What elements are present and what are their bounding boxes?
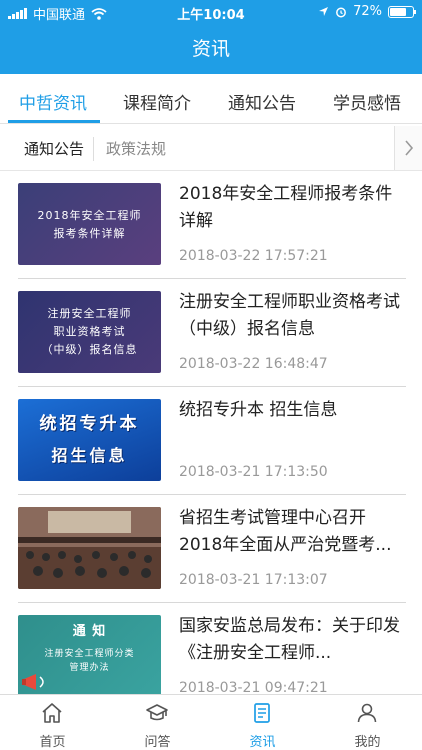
tab-zhongzhe-news[interactable]: 中哲资讯	[19, 89, 87, 114]
thumb-line: 通 知	[72, 624, 107, 639]
meeting-photo	[18, 507, 161, 589]
news-thumbnail	[18, 507, 161, 589]
thumb-line: 2018年安全工程师	[37, 209, 142, 222]
user-icon	[357, 703, 377, 723]
battery-icon	[388, 5, 416, 18]
chevron-right-icon	[404, 140, 413, 156]
bottom-tab-qa[interactable]: 问答	[105, 695, 210, 750]
thumb-line: 招生信息	[51, 446, 128, 465]
news-item[interactable]: 注册安全工程师 职业资格考试 （中级）报名信息 注册安全工程师职业资格考试（中级…	[0, 279, 422, 387]
news-date: 2018-03-21 17:13:50	[179, 464, 328, 480]
thumb-line: （中级）报名信息	[41, 343, 138, 356]
active-tab-indicator	[8, 120, 100, 123]
news-title: 2018年安全工程师报考条件详解	[179, 184, 393, 231]
location-icon	[319, 7, 329, 16]
news-date: 2018-03-22 16:48:47	[179, 356, 328, 372]
tab-course-intro[interactable]: 课程简介	[123, 89, 191, 114]
news-thumbnail: 统招专升本 招生信息	[18, 399, 161, 481]
subtab-policies[interactable]: 政策法规	[106, 138, 166, 159]
category-tabs: 中哲资讯 课程简介 通知公告 学员感悟	[0, 74, 422, 124]
sub-tabs: 通知公告 政策法规	[0, 125, 422, 171]
subtab-notices[interactable]: 通知公告	[24, 138, 84, 159]
alarm-icon	[336, 7, 347, 17]
news-icon	[254, 703, 270, 723]
bottom-tab-label: 资讯	[249, 735, 276, 750]
news-date: 2018-03-22 17:57:21	[179, 248, 328, 264]
news-title: 国家安监总局发布：关于印发《注册安全工程师...	[179, 616, 400, 663]
bottom-tab-news[interactable]: 资讯	[210, 695, 315, 750]
battery-percent: 72%	[353, 4, 382, 19]
thumb-line: 统招专升本	[39, 414, 140, 434]
home-icon	[42, 703, 62, 723]
bottom-tab-label: 问答	[144, 735, 171, 750]
app-screen: 中国联通 上午10:04 72% 资讯 中哲资讯 课程简介 通知公告 学员感悟 …	[0, 0, 422, 750]
tab-student-reflections[interactable]: 学员感悟	[333, 89, 401, 114]
news-title: 统招专升本 招生信息	[179, 400, 338, 420]
news-title: 省招生考试管理中心召开2018年全面从严治党暨考...	[179, 508, 392, 555]
subtab-scroll-button[interactable]	[394, 126, 422, 170]
news-thumbnail: 注册安全工程师 职业资格考试 （中级）报名信息	[18, 291, 161, 373]
thumb-line: 注册安全工程师	[47, 307, 132, 320]
news-item[interactable]: 统招专升本 招生信息 统招专升本 招生信息 2018-03-21 17:13:5…	[0, 387, 422, 495]
thumb-line: 职业资格考试	[53, 325, 126, 338]
top-bar: 中国联通 上午10:04 72% 资讯	[0, 0, 422, 74]
page-title: 资讯	[191, 38, 230, 60]
news-thumbnail: 通 知 注册安全工程师分类 管理办法	[18, 615, 161, 697]
bottom-tab-bar: 首页 问答 资讯 我的	[0, 694, 422, 750]
bottom-tab-label: 首页	[39, 735, 66, 750]
megaphone-icon	[22, 674, 44, 690]
tab-notices[interactable]: 通知公告	[228, 89, 296, 114]
status-bar: 中国联通 上午10:04 72%	[0, 0, 422, 24]
news-title: 注册安全工程师职业资格考试（中级）报名信息	[179, 292, 400, 339]
bottom-tab-mine[interactable]: 我的	[315, 695, 420, 750]
thumb-line: 报考条件详解	[53, 227, 126, 240]
news-thumbnail: 2018年安全工程师 报考条件详解	[18, 183, 161, 265]
news-item[interactable]: 2018年安全工程师 报考条件详解 2018年安全工程师报考条件详解 2018-…	[0, 171, 422, 279]
bottom-tab-label: 我的	[354, 735, 381, 750]
bottom-tab-home[interactable]: 首页	[0, 695, 105, 750]
graduation-cap-icon	[146, 704, 168, 721]
news-date: 2018-03-21 17:13:07	[179, 572, 328, 588]
subtab-divider	[93, 137, 94, 161]
news-item[interactable]: 省招生考试管理中心召开2018年全面从严治党暨考... 2018-03-21 1…	[0, 495, 422, 603]
